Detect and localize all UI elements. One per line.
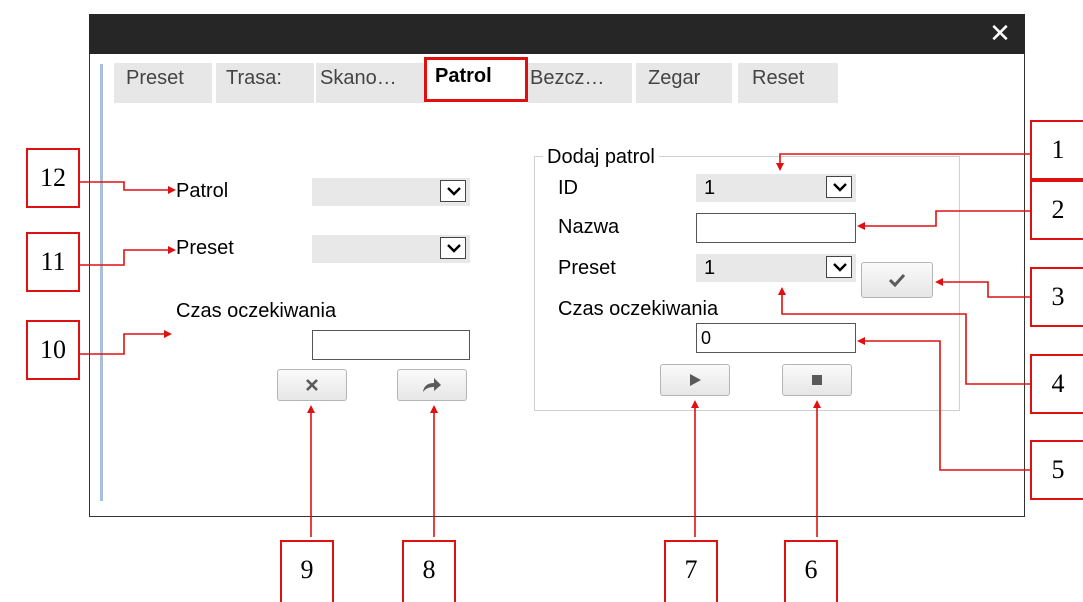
preset-select[interactable]: 1 xyxy=(696,254,856,282)
callout-9: 9 xyxy=(280,540,334,602)
tab-label: Skano… xyxy=(320,67,397,89)
left-divider xyxy=(100,64,103,501)
tab-label: Patrol xyxy=(435,65,492,87)
close-icon[interactable]: ✕ xyxy=(985,16,1015,50)
callout-12: 12 xyxy=(26,148,80,208)
preset-label: Preset xyxy=(176,237,234,259)
tab-label: Reset xyxy=(752,67,805,89)
chevron-down-icon[interactable] xyxy=(826,256,852,278)
tab-skano[interactable]: Skano… xyxy=(316,63,426,103)
id-select[interactable]: 1 xyxy=(696,174,856,202)
name-input[interactable] xyxy=(696,213,856,243)
tab-patrol[interactable]: Patrol xyxy=(424,57,528,102)
callout-11: 11 xyxy=(26,232,80,292)
callout-3: 3 xyxy=(1030,267,1083,327)
checkmark-icon xyxy=(888,273,906,287)
wait-time-input[interactable] xyxy=(696,323,856,353)
callout-4: 4 xyxy=(1030,354,1083,414)
preset-label: Preset xyxy=(558,257,616,279)
callout-6: 6 xyxy=(784,540,838,602)
play-icon xyxy=(690,374,701,386)
id-select-value: 1 xyxy=(704,177,716,199)
id-label: ID xyxy=(558,177,578,199)
tab-reset[interactable]: Reset xyxy=(738,63,838,103)
patrol-label: Patrol xyxy=(176,180,229,202)
chevron-down-icon[interactable] xyxy=(826,176,852,198)
chevron-down-icon[interactable] xyxy=(440,180,466,202)
forward-arrow-icon xyxy=(423,378,441,392)
stop-icon xyxy=(812,375,822,385)
title-bar xyxy=(89,14,1025,54)
chevron-down-icon[interactable] xyxy=(440,237,466,259)
wait-time-label: Czas oczekiwania xyxy=(558,298,719,320)
preset-select[interactable] xyxy=(312,235,470,263)
callout-5: 5 xyxy=(1030,440,1083,500)
play-button[interactable] xyxy=(660,364,730,396)
name-label: Nazwa xyxy=(558,216,620,238)
callout-8: 8 xyxy=(402,540,456,602)
wait-time-label: Czas oczekiwania xyxy=(176,300,337,322)
stop-button[interactable] xyxy=(782,364,852,396)
add-patrol-title: Dodaj patrol xyxy=(543,145,659,169)
delete-button[interactable] xyxy=(277,369,347,401)
tab-label: Preset xyxy=(126,67,184,89)
callout-1: 1 xyxy=(1030,120,1083,180)
tab-label: Bezcz… xyxy=(530,67,605,89)
tab-label: Zegar xyxy=(648,67,701,89)
tab-bezcz[interactable]: Bezcz… xyxy=(528,63,632,103)
tab-zegar[interactable]: Zegar xyxy=(636,63,732,103)
preset-select-value: 1 xyxy=(704,257,716,279)
call-patrol-button[interactable] xyxy=(397,369,467,401)
callout-2: 2 xyxy=(1030,180,1083,240)
callout-10: 10 xyxy=(26,320,80,380)
callout-7: 7 xyxy=(664,540,718,602)
tab-label: Trasa: xyxy=(226,67,282,89)
wait-time-input[interactable] xyxy=(312,330,470,360)
patrol-select[interactable] xyxy=(312,178,470,206)
confirm-button[interactable] xyxy=(861,262,933,298)
tab-trasa[interactable]: Trasa: xyxy=(216,63,314,103)
close-icon xyxy=(306,379,318,391)
tab-preset[interactable]: Preset xyxy=(114,63,212,103)
